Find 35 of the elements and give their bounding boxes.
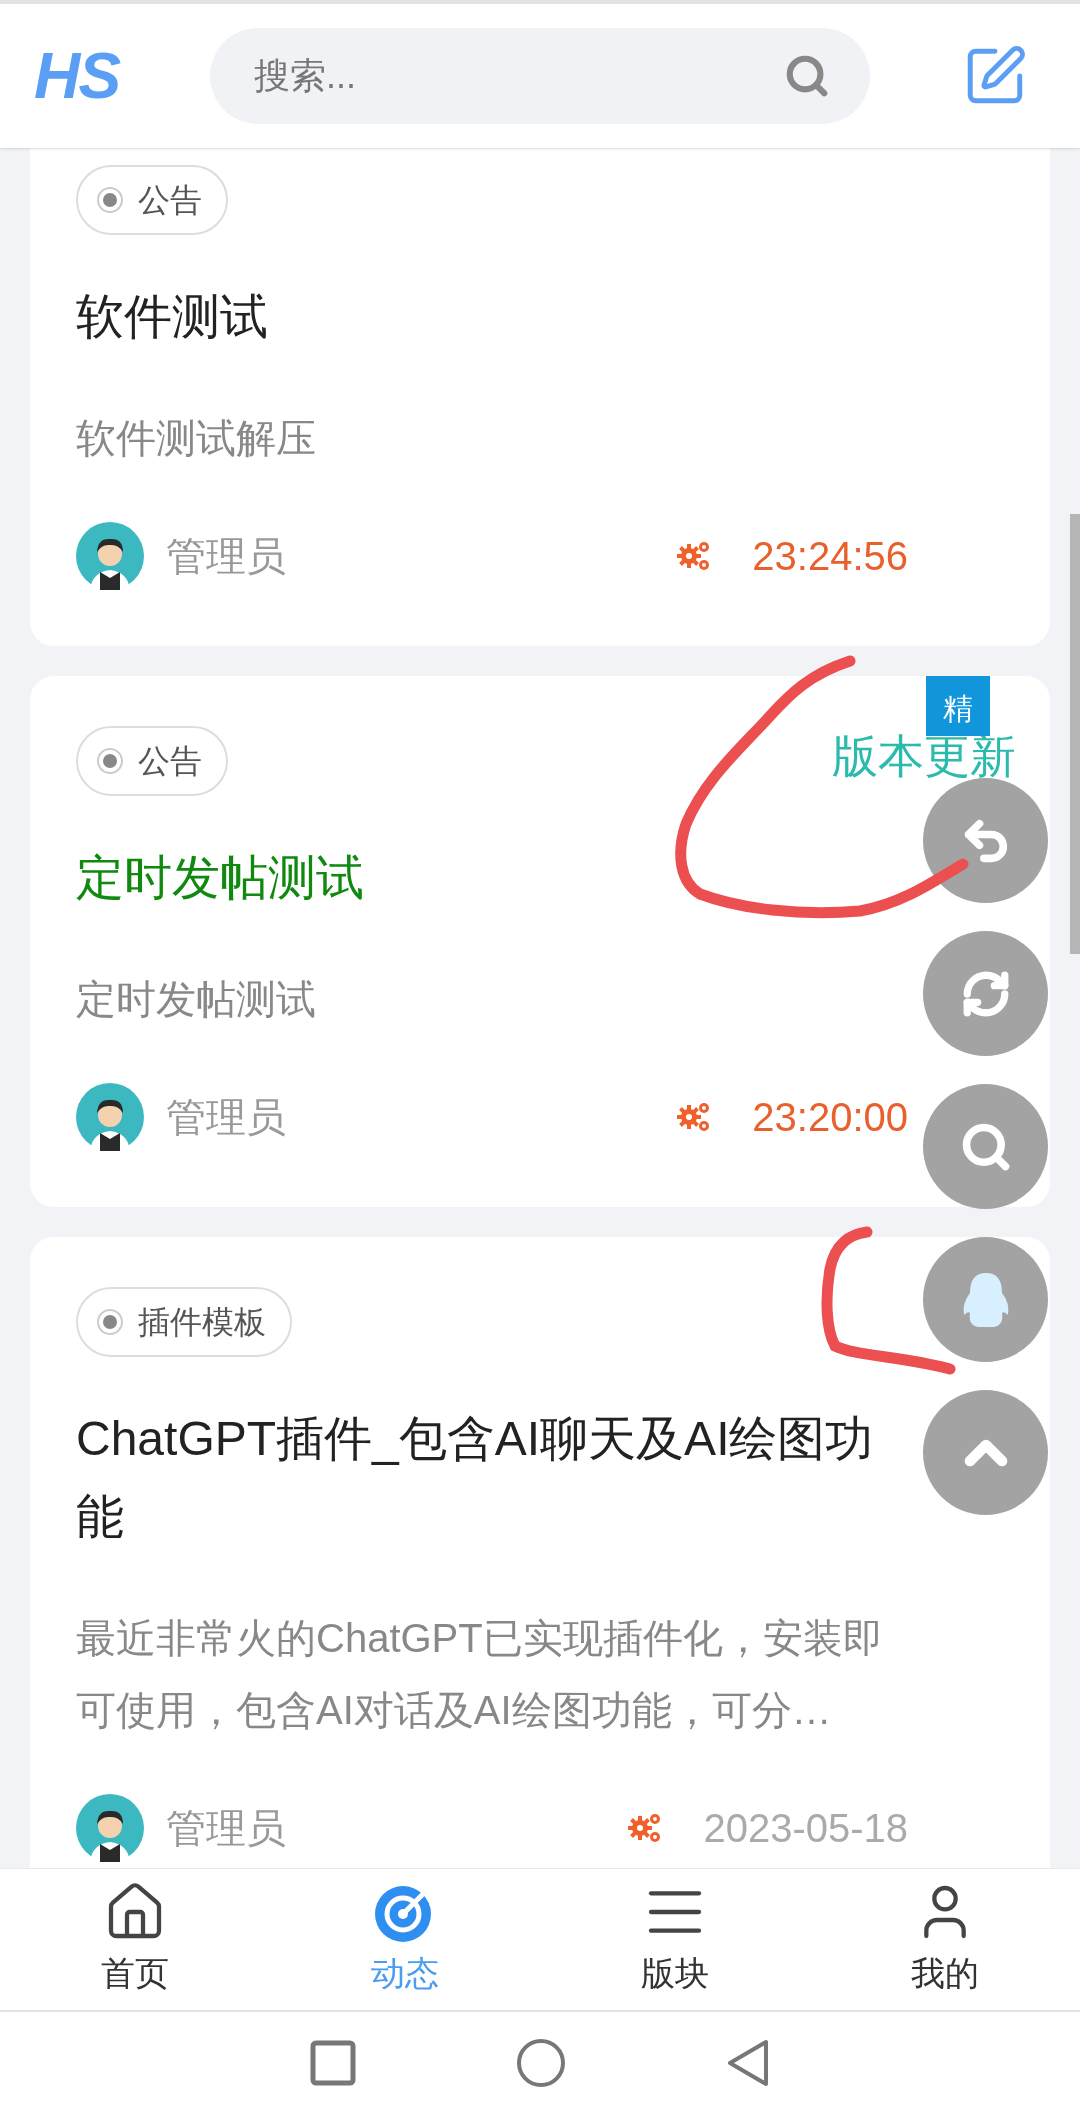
post-time: 2023-05-18	[703, 1805, 908, 1852]
tag-label: 插件模板	[138, 1303, 266, 1342]
triangle-icon[interactable]	[726, 2038, 770, 2088]
post-summary: 软件测试解压	[76, 415, 316, 462]
post-title: ChatGPT插件_包含AI聊天及AI绘图功能	[76, 1411, 875, 1545]
category-label: 版本更新	[832, 733, 1016, 779]
square-icon[interactable]	[310, 2040, 356, 2086]
post-card[interactable]: 公告 软件测试 软件测试解压 管理员 23:24:56	[30, 148, 1050, 646]
app-logo: HS	[34, 39, 122, 114]
radio-icon	[96, 1308, 124, 1336]
author-name: 管理员	[166, 1805, 286, 1852]
radio-icon	[96, 186, 124, 214]
nav-tab[interactable]: 首页	[0, 1869, 270, 2010]
post-time: 23:24:56	[752, 533, 908, 580]
author-name: 管理员	[166, 533, 286, 580]
nav-tab[interactable]: 我的	[810, 1869, 1080, 2010]
post-summary: 最近非常火的ChatGPT已实现插件化，安装即可使用，包含AI对话及AI绘图功能，可分…	[76, 1615, 884, 1734]
radio-icon	[96, 747, 124, 775]
post-summary: 定时发帖测试	[76, 976, 316, 1023]
nav-tab[interactable]: 版块	[540, 1869, 810, 2010]
avatar-icon	[76, 1083, 144, 1151]
post-card[interactable]: 精 公告 版本更新 定时发帖测试 定时发帖测试 管理员 23:20:00	[30, 676, 1050, 1207]
tag-label: 公告	[138, 742, 202, 781]
tag-label: 公告	[138, 181, 202, 220]
featured-ribbon: 精	[926, 676, 990, 736]
circle-icon[interactable]	[516, 2038, 566, 2088]
post-time: 23:20:00	[752, 1094, 908, 1141]
search-field[interactable]: 搜索...	[210, 28, 870, 124]
avatar-icon	[76, 522, 144, 590]
author-name: 管理员	[166, 1094, 286, 1141]
post-title: 定时发帖测试	[76, 850, 364, 906]
post-title: 软件测试	[76, 289, 268, 345]
post-card[interactable]: 插件模板 ChatGPT插件_包含AI聊天及AI绘图功能 最近非常火的ChatGPT已实现插件化，安装即可使用，包含AI对话及AI绘图功能，可分… 管理员 2023-05-18	[30, 1237, 1050, 1868]
search-icon	[784, 53, 830, 99]
avatar-icon	[76, 1794, 144, 1862]
